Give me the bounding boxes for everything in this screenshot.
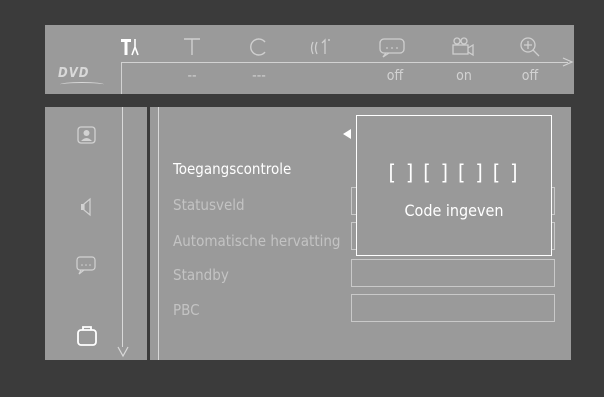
- speaker-icon[interactable]: [66, 193, 106, 221]
- audio-icon[interactable]: [306, 34, 340, 60]
- menu-item-pbc[interactable]: PBC: [173, 299, 200, 321]
- subtitle-icon[interactable]: [375, 34, 409, 60]
- code-prompt-text: Code ingeven: [404, 201, 504, 220]
- arrow-right-icon: [562, 56, 574, 68]
- angle-c-icon[interactable]: [242, 34, 276, 60]
- angle-value: on: [456, 68, 472, 84]
- zoom-icon[interactable]: [513, 34, 547, 60]
- zoom-value: off: [521, 68, 539, 84]
- main-panel-left-line: [158, 107, 159, 360]
- camera-angle-icon[interactable]: [445, 34, 479, 60]
- top-bar-separator: [121, 62, 568, 63]
- standby-value-box[interactable]: [351, 259, 555, 287]
- top-bar-divider: [121, 62, 122, 94]
- menu-item-toegangscontrole[interactable]: Toegangscontrole: [173, 158, 291, 180]
- menu-item-statusveld[interactable]: Statusveld: [173, 194, 245, 216]
- picture-icon[interactable]: [66, 122, 106, 150]
- menu-item-standby[interactable]: Standby: [173, 264, 229, 286]
- subtitle-value: off: [386, 68, 404, 84]
- speech-icon[interactable]: [66, 252, 106, 280]
- left-menu-scroll-track: [122, 107, 123, 347]
- menu-item-automatische-hervatting[interactable]: Automatische hervatting: [173, 230, 340, 252]
- briefcase-icon[interactable]: [66, 322, 106, 350]
- code-input-field[interactable]: [ ] [ ] [ ] [ ]: [356, 158, 552, 188]
- audio-value: [304, 65, 344, 87]
- chapter-value: ---: [252, 68, 266, 84]
- arrow-down-icon: [116, 344, 130, 358]
- pbc-value-box[interactable]: [351, 294, 555, 322]
- arrow-left-icon: [342, 127, 352, 141]
- tools-icon[interactable]: [113, 34, 147, 60]
- text-t-icon[interactable]: [175, 34, 209, 60]
- title-value: --: [187, 68, 197, 84]
- dvd-logo-disc: [60, 82, 104, 87]
